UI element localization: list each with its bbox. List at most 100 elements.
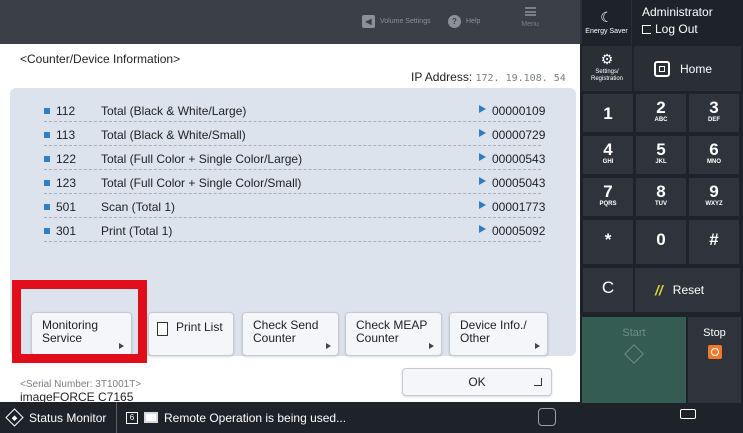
moon-icon: ☾: [600, 8, 613, 25]
menu-button[interactable]: Menu: [512, 4, 548, 40]
reset-button[interactable]: // Reset: [634, 267, 741, 313]
ip-address: IP Address: 172. 19.108. 54: [411, 70, 566, 84]
key-0[interactable]: 0: [635, 219, 687, 265]
counter-id: 113: [56, 128, 76, 142]
key-5[interactable]: 5 JKL: [635, 135, 687, 175]
counter-value: 00000109: [492, 104, 546, 118]
volume-settings-button[interactable]: ◀ Volume Settings: [362, 10, 431, 32]
counter-row[interactable]: 113 Total (Black & White/Small) 00000729: [44, 124, 545, 146]
counter-row[interactable]: 301 Print (Total 1) 00005092: [44, 220, 545, 242]
status-monitor-button[interactable]: Status Monitor: [0, 402, 117, 433]
print-list-label: Print List: [176, 320, 223, 334]
top-bar: ◀ Volume Settings ? Help Menu: [0, 0, 580, 44]
start-button[interactable]: Start: [582, 317, 686, 403]
monitor-icon: [144, 412, 158, 423]
check-meap-label-2: Counter: [356, 331, 399, 345]
stop-icon: [707, 345, 722, 359]
counter-id: 112: [56, 104, 76, 118]
key-digit: 9: [709, 182, 719, 201]
counter-id: 123: [56, 176, 77, 190]
bullet-icon: [44, 204, 50, 210]
logout-icon: [642, 24, 651, 34]
volume-settings-label: Volume Settings: [380, 17, 431, 25]
key-1[interactable]: 1: [582, 93, 634, 133]
key-digit: 6: [709, 140, 719, 159]
home-label: Home: [680, 61, 713, 76]
remote-operation-icon[interactable]: [538, 408, 556, 426]
energy-saver-button[interactable]: ☾ Energy Saver: [582, 0, 631, 44]
key-digit: 4: [603, 140, 613, 159]
key-8[interactable]: 8 TUV: [635, 177, 687, 217]
help-icon: ?: [448, 14, 461, 28]
logout-button[interactable]: Log Out: [642, 22, 743, 36]
key-digit: 1: [603, 104, 613, 123]
counter-value: 00000543: [492, 152, 546, 166]
key-7[interactable]: 7 PQRS: [582, 177, 634, 217]
check-meap-label-1: Check MEAP: [356, 318, 428, 332]
user-name: Administrator: [642, 5, 713, 19]
key-4[interactable]: 4 GHI: [582, 135, 634, 175]
check-send-label-1: Check Send: [253, 318, 319, 332]
stop-button[interactable]: Stop: [688, 317, 741, 403]
document-icon: [157, 322, 168, 336]
keyboard-icon[interactable]: [680, 409, 696, 419]
highlight-box: [12, 280, 147, 363]
bullet-icon: [44, 156, 50, 162]
speaker-icon: ◀: [362, 14, 375, 28]
key-hash[interactable]: #: [688, 219, 740, 265]
control-panel: ⚙ Settings/ Registration Home 1 2 ABC 3 …: [580, 44, 743, 433]
device-identity: <Serial Number: 3T1001T> imageFORCE C716…: [20, 377, 141, 404]
ok-button[interactable]: OK: [402, 368, 552, 396]
key-digit: 8: [656, 182, 666, 201]
reset-label: Reset: [672, 283, 705, 297]
key-letters: ABC: [654, 117, 668, 123]
reset-icon: //: [655, 282, 663, 298]
account-area: Administrator Log Out: [632, 0, 743, 44]
bullet-icon: [44, 180, 50, 186]
print-list-button[interactable]: Print List: [148, 312, 234, 356]
key-6[interactable]: 6 MNO: [688, 135, 740, 175]
counter-id: 301: [56, 224, 77, 238]
menu-label: Menu: [521, 21, 539, 28]
status-monitor-icon: [5, 408, 24, 427]
home-button[interactable]: Home: [634, 46, 741, 91]
check-send-counter-button[interactable]: Check Send Counter: [242, 312, 339, 356]
counter-row[interactable]: 123 Total (Full Color + Single Color/Sma…: [44, 172, 545, 194]
start-label: Start: [622, 327, 646, 339]
settings-registration-button[interactable]: ⚙ Settings/ Registration: [582, 46, 632, 91]
key-2[interactable]: 2 ABC: [635, 93, 687, 133]
settings-label-1: Settings/: [595, 69, 619, 75]
arrow-right-icon: [429, 343, 434, 349]
status-monitor-label: Status Monitor: [29, 410, 107, 425]
start-icon: [624, 344, 644, 364]
check-send-label-2: Counter: [253, 331, 296, 345]
ip-address-value: 172. 19.108. 54: [475, 73, 566, 84]
home-icon: [654, 60, 670, 77]
remote-operation-status: 6 Remote Operation is being used...: [126, 402, 346, 433]
counter-value: 00001773: [492, 200, 546, 214]
key-digit: 2: [656, 98, 666, 117]
counter-row[interactable]: 501 Scan (Total 1) 00001773: [44, 196, 545, 218]
counter-row[interactable]: 112 Total (Black & White/Large) 00000109: [44, 100, 545, 122]
counter-name: Total (Full Color + Single Color/Small): [101, 176, 302, 190]
counter-row[interactable]: 122 Total (Full Color + Single Color/Lar…: [44, 148, 545, 170]
check-meap-counter-button[interactable]: Check MEAP Counter: [345, 312, 442, 356]
key-digit: 5: [656, 140, 666, 159]
key-clear[interactable]: C: [582, 267, 634, 313]
help-button[interactable]: ? Help: [448, 10, 480, 32]
device-info-label-1: Device Info./: [460, 318, 527, 332]
stop-label: Stop: [703, 327, 726, 339]
key-3[interactable]: 3 DEF: [688, 93, 740, 133]
device-info-other-button[interactable]: Device Info./ Other: [449, 312, 548, 356]
key-9[interactable]: 9 WXYZ: [688, 177, 740, 217]
key-star[interactable]: *: [582, 219, 634, 265]
counter-name: Print (Total 1): [101, 224, 173, 238]
key-letters: DEF: [708, 117, 720, 123]
gear-icon: ⚙: [600, 51, 614, 67]
key-letters: JKL: [655, 159, 667, 165]
counter-name: Scan (Total 1): [101, 200, 176, 214]
key-digit: 7: [603, 182, 613, 201]
bullet-icon: [44, 228, 50, 234]
key-digit: #: [709, 230, 719, 249]
counter-value: 00000729: [492, 128, 546, 142]
